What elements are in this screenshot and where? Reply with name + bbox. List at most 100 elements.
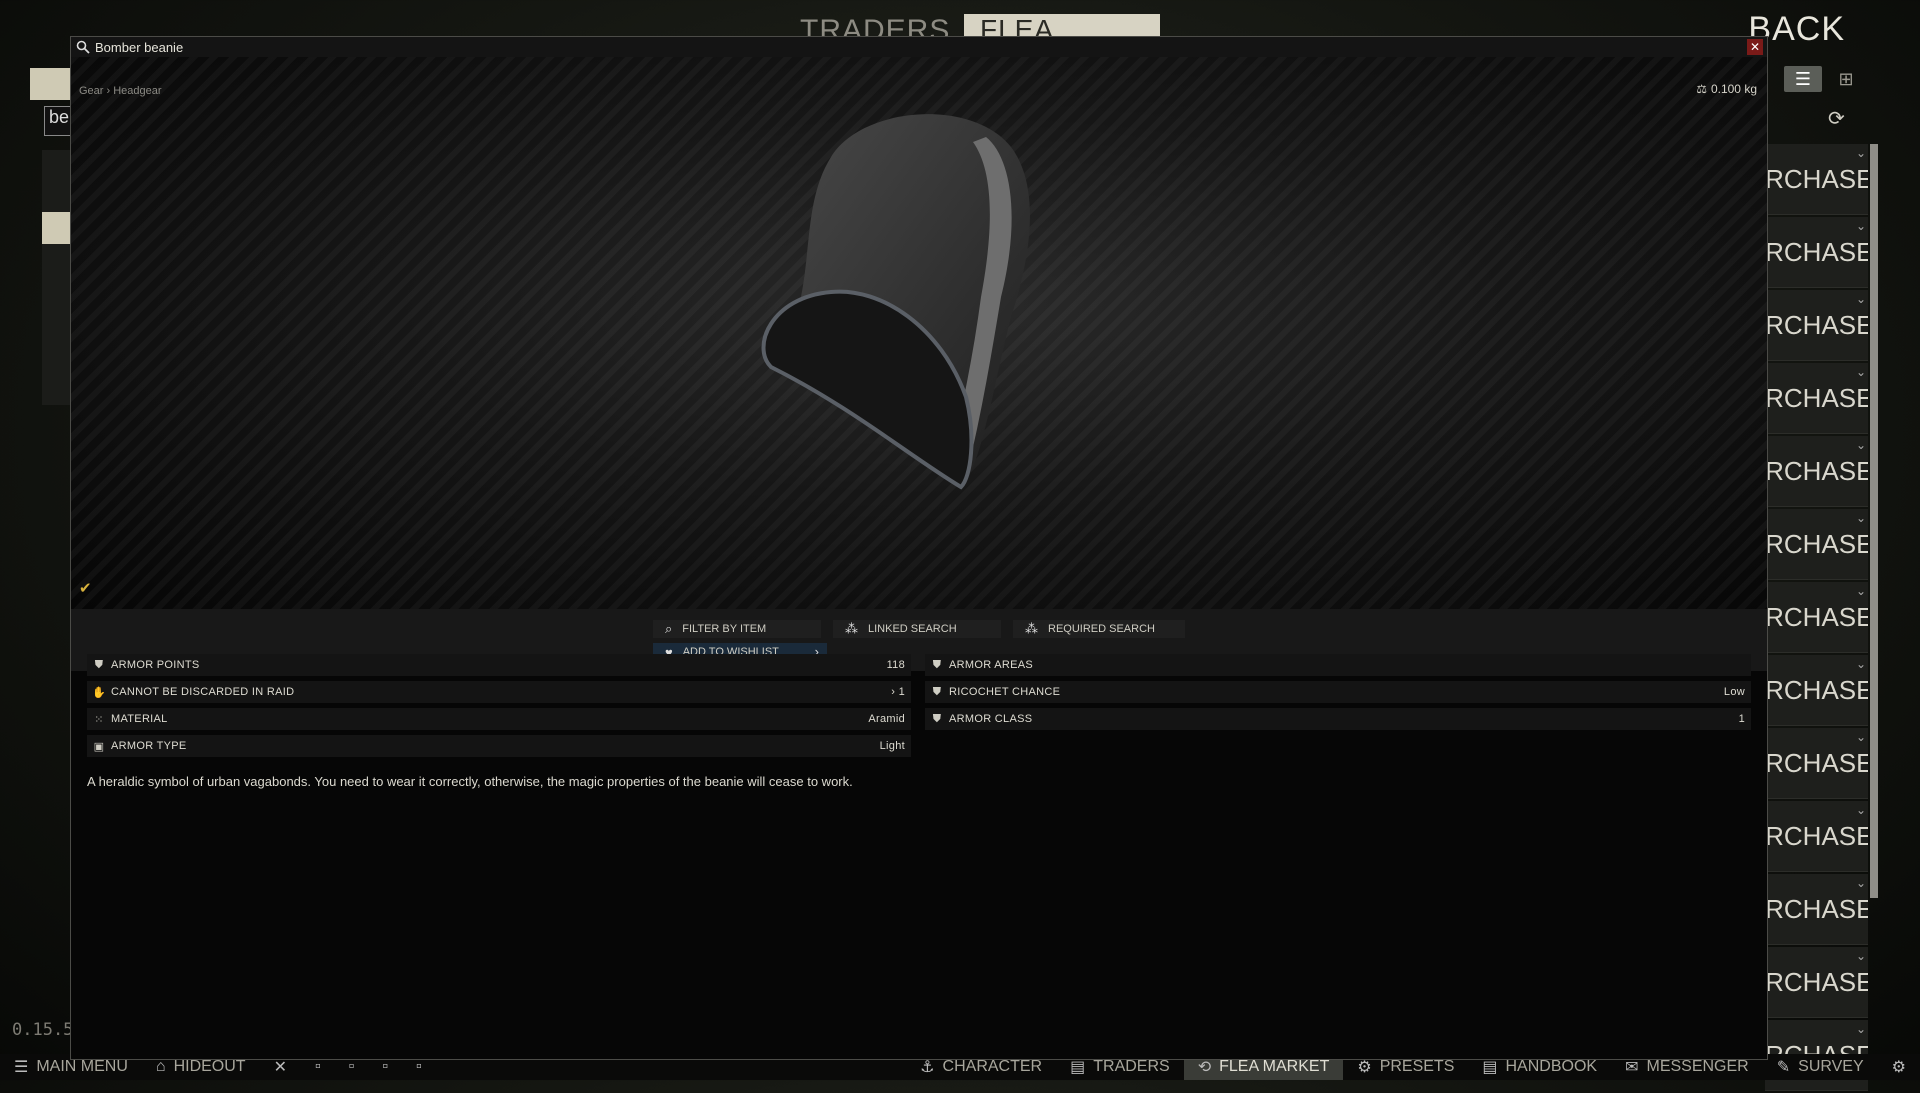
purchase-row[interactable]: PURCHASE ⌄ [1765, 655, 1868, 726]
chevron-down-icon[interactable]: ⌄ [1856, 365, 1866, 379]
beanie-model [761, 114, 1030, 490]
nav-label: MESSENGER [1646, 1058, 1749, 1075]
chevron-down-icon[interactable]: ⌄ [1856, 730, 1866, 744]
required-search-button[interactable]: ⁂ REQUIRED SEARCH [1013, 620, 1185, 638]
purchase-button-label[interactable]: PURCHASE [1765, 821, 1868, 852]
slot-icon: ▫ [348, 1058, 355, 1075]
purchase-row[interactable]: PURCHASE ⌄ [1765, 509, 1868, 580]
required-nodes-icon: ⁂ [1025, 621, 1038, 636]
stat-value: 118 [886, 659, 905, 671]
stat-value: Aramid [868, 713, 905, 725]
purchase-button-label[interactable]: PURCHASE [1765, 675, 1868, 706]
window-title: Bomber beanie [95, 39, 184, 55]
stat-value: Low [1723, 686, 1745, 698]
grid-icon: ⁙ [94, 713, 104, 726]
button-label: LINKED SEARCH [868, 623, 957, 635]
traders-icon: ▤ [1070, 1059, 1086, 1076]
purchase-button-label[interactable]: PURCHASE [1765, 529, 1868, 560]
search-icon [75, 39, 91, 55]
chevron-down-icon[interactable]: ⌄ [1856, 1022, 1866, 1036]
purchase-button-label[interactable]: PURCHASE [1765, 967, 1868, 998]
purchase-row[interactable]: PURCHASE ⌄ [1765, 874, 1868, 945]
stat-label: CANNOT BE DISCARDED IN RAID [111, 686, 295, 698]
gear-icon: ⚙ [1891, 1059, 1906, 1076]
slot-icon: ▫ [416, 1058, 422, 1075]
left-panel [42, 150, 70, 405]
filter-by-item-button[interactable]: ⌕ FILTER BY ITEM [653, 620, 821, 638]
stat-armor-points: ⛊ ARMOR POINTS 118 [87, 654, 911, 676]
stat-armor-areas: ⛊ ARMOR AREAS [925, 654, 1751, 676]
purchase-button-label[interactable]: PURCHASE [1765, 237, 1868, 268]
nav-survey[interactable]: ✎ SURVEY [1763, 1054, 1878, 1080]
nav-label: HANDBOOK [1505, 1058, 1598, 1075]
presets-icon: ⚙ [1357, 1059, 1372, 1076]
stat-label: ARMOR AREAS [949, 659, 1033, 671]
left-panel-tile[interactable] [42, 212, 70, 244]
stat-armor-type: ▣ ARMOR TYPE Light [87, 735, 911, 757]
purchase-row[interactable]: PURCHASE ⌄ [1765, 363, 1868, 434]
chevron-down-icon[interactable]: ⌄ [1856, 803, 1866, 817]
linked-search-button[interactable]: ⁂ LINKED SEARCH [833, 620, 1001, 638]
grid-view-icon[interactable]: ⊞ [1832, 68, 1860, 90]
chevron-down-icon[interactable]: ⌄ [1856, 292, 1866, 306]
stat-label: RICOCHET CHANCE [949, 686, 1061, 698]
chevron-down-icon[interactable]: ⌄ [1856, 511, 1866, 525]
chevron-down-icon[interactable]: ⌄ [1856, 949, 1866, 963]
chevron-down-icon[interactable]: ⌄ [1856, 876, 1866, 890]
purchase-button-label[interactable]: PURCHASE [1765, 164, 1868, 195]
nav-label: SURVEY [1798, 1058, 1864, 1075]
close-button[interactable]: ✕ [1747, 39, 1763, 55]
nav-label: MAIN MENU [36, 1058, 128, 1075]
weight-value: 0.100 kg [1710, 82, 1757, 96]
chevron-down-icon[interactable]: ⌄ [1856, 438, 1866, 452]
stat-armor-class: ⛊ ARMOR CLASS 1 [925, 708, 1751, 730]
item-thumbnail [30, 68, 70, 100]
offer-list-scrollbar[interactable] [1870, 144, 1878, 898]
purchase-row[interactable]: PURCHASE ⌄ [1765, 436, 1868, 507]
purchase-button-label[interactable]: PURCHASE [1765, 602, 1868, 633]
detailed-list-view-icon[interactable]: ☰ [1784, 66, 1822, 92]
handbook-icon: ▤ [1482, 1059, 1498, 1076]
purchase-button-label[interactable]: PURCHASE [1765, 310, 1868, 341]
purchase-button-label[interactable]: PURCHASE [1765, 894, 1868, 925]
weight-icon: ⚖ [1696, 82, 1707, 96]
purchase-row[interactable]: PURCHASE ⌄ [1765, 947, 1868, 1018]
stat-ricochet-chance: ⛊ RICOCHET CHANCE Low [925, 681, 1751, 703]
purchase-button-label[interactable]: PURCHASE [1765, 456, 1868, 487]
shield-icon: ⛊ [94, 658, 104, 671]
purchase-row[interactable]: PURCHASE ⌄ [1765, 801, 1868, 872]
purchase-row[interactable]: PURCHASE ⌄ [1765, 728, 1868, 799]
nav-label: TRADERS [1093, 1058, 1170, 1075]
purchase-row[interactable]: PURCHASE ⌄ [1765, 217, 1868, 288]
nav-settings[interactable]: ⚙ [1878, 1054, 1920, 1080]
examined-check-icon: ✔ [79, 580, 92, 597]
messenger-icon: ✉ [1625, 1059, 1639, 1076]
window-header[interactable]: Bomber beanie ✕ [71, 37, 1767, 58]
slot-icon: ▫ [382, 1058, 388, 1075]
chevron-down-icon[interactable]: ⌄ [1856, 219, 1866, 233]
purchase-button-label[interactable]: PURCHASE [1765, 383, 1868, 414]
purchase-row[interactable]: PURCHASE ⌄ [1765, 290, 1868, 361]
x-icon: ✕ [273, 1059, 287, 1076]
stats-left-column: ⛊ ARMOR POINTS 118 ✋ CANNOT BE DISCARDED IN… [87, 654, 911, 762]
armor-icon: ▣ [93, 740, 105, 753]
stat-label: MATERIAL [111, 713, 168, 725]
item-inspect-window: Bomber beanie ✕ Gear › Headgear ⚖ 0.100 k… [70, 36, 1768, 1060]
hand-icon: ✋ [92, 686, 106, 699]
hideout-icon: ⌂ [155, 1058, 166, 1075]
button-label: REQUIRED SEARCH [1048, 623, 1155, 635]
stat-cannot-discard: ✋ CANNOT BE DISCARDED IN RAID › 1 [87, 681, 911, 703]
chevron-down-icon[interactable]: ⌄ [1856, 584, 1866, 598]
chevron-down-icon[interactable]: ⌄ [1856, 146, 1866, 160]
refresh-icon[interactable]: ⟳ [1828, 106, 1850, 130]
stat-value: 1 [1738, 713, 1745, 725]
nav-label: CHARACTER [942, 1058, 1043, 1075]
purchase-button-label[interactable]: PURCHASE [1765, 748, 1868, 779]
magnifier-plus-icon: ⌕ [665, 621, 673, 636]
item-3d-viewer[interactable]: Gear › Headgear ⚖ 0.100 kg ✔ [71, 57, 1767, 609]
stat-value: › 1 [891, 686, 905, 698]
purchase-row[interactable]: PURCHASE ⌄ [1765, 144, 1868, 215]
chevron-down-icon[interactable]: ⌄ [1856, 657, 1866, 671]
purchase-row[interactable]: PURCHASE ⌄ [1765, 582, 1868, 653]
shield-icon: ⛊ [932, 685, 942, 698]
